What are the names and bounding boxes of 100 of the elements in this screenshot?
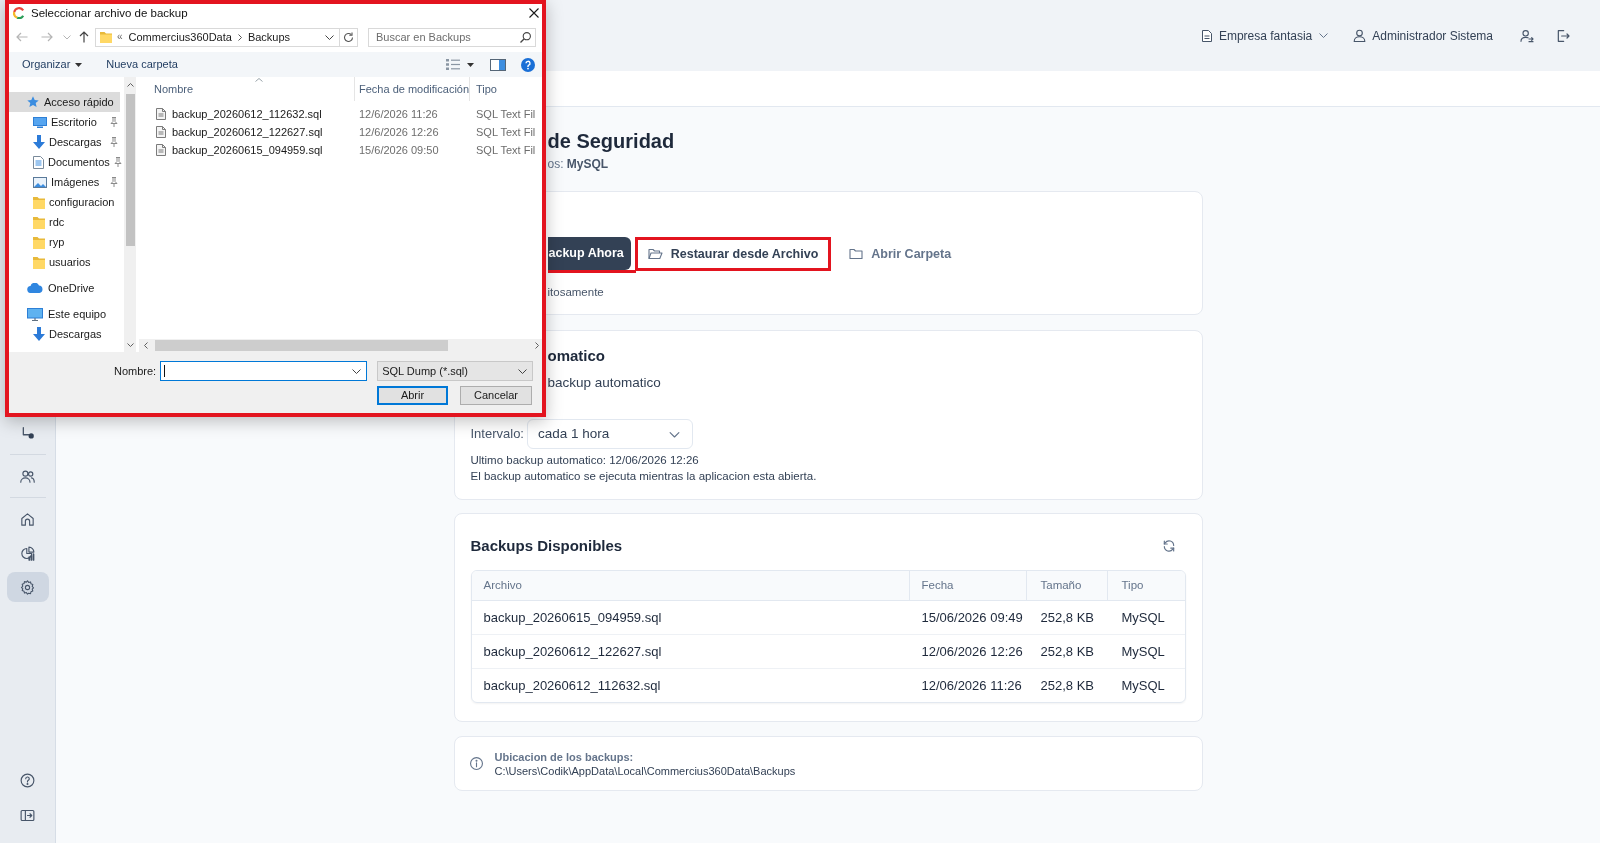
refresh-icon [1161, 539, 1176, 553]
up-button[interactable] [78, 31, 90, 43]
file-icon [156, 144, 166, 156]
nav-item[interactable]: configuracion [9, 192, 120, 212]
file-name-field[interactable] [160, 361, 368, 381]
nav-item[interactable]: OneDrive [9, 278, 120, 298]
settings-button[interactable] [6, 572, 49, 602]
info-icon [468, 756, 484, 771]
interval-select[interactable]: cada 1 hora [527, 419, 693, 449]
star-icon [27, 96, 39, 108]
document-icon [1201, 29, 1212, 42]
refresh-icon [343, 31, 354, 43]
table-cell-text: 252,8 KB [1039, 676, 1095, 695]
chevron-down-icon[interactable] [325, 34, 334, 40]
last-backup-text: Ultimo backup automatico: 12/06/2026 12:26 [470, 453, 699, 467]
dialog-button[interactable]: Cancelar [460, 386, 532, 405]
user-menu-button[interactable]: Administrador Sistema [1352, 21, 1493, 50]
nav-item[interactable]: ryp [9, 232, 120, 252]
cloud-icon [27, 283, 43, 293]
breadcrumb-segment[interactable]: Backups [247, 31, 291, 43]
table-cell-text: MySQL [1120, 676, 1166, 695]
column-header[interactable]: Archivo [471, 571, 910, 600]
column-header[interactable]: Fecha [909, 571, 1027, 600]
user-icon [1352, 28, 1368, 43]
nav-item[interactable]: Descargas [9, 324, 120, 344]
close-icon [529, 8, 539, 18]
search-field[interactable]: Buscar en Backups [368, 27, 536, 47]
document-icon [33, 155, 44, 169]
logout-icon [1555, 27, 1571, 44]
breadcrumb-segment[interactable]: Commercius360Data [128, 31, 232, 43]
column-header[interactable]: Tamaño [1026, 571, 1108, 600]
action-button[interactable]: Abrir Carpeta [839, 237, 962, 271]
column-header[interactable]: Tipo [1107, 571, 1185, 600]
modified-date: 12/6/2026 12:26 [359, 125, 439, 138]
file-name[interactable]: backup_20260612_112632.sql [172, 105, 322, 123]
table-cell-text: backup_20260612_112632.sql [482, 676, 662, 695]
scroll-right-icon [535, 342, 539, 349]
file-icon [156, 108, 166, 120]
table-cell-text: backup_20260615_094959.sql [482, 608, 663, 627]
file-name[interactable]: backup_20260612_122627.sql [172, 123, 323, 141]
table-cell-text: 12/06/2026 12:26 [920, 642, 1024, 661]
nav-item[interactable]: Descargas [9, 132, 120, 152]
folder-icon [33, 235, 45, 249]
caret-icon [75, 62, 83, 67]
card-title: Backups Disponibles [470, 536, 623, 556]
table-cell-text: 15/06/2026 09:49 [920, 608, 1024, 627]
toolbar-menu-button[interactable]: Organizar [22, 54, 83, 75]
column-header[interactable]: Fecha de modificación [355, 77, 470, 101]
view-options-icon [446, 59, 460, 70]
field-label: Intervalo: [470, 425, 524, 444]
folder-icon [33, 255, 45, 269]
scrollbar-thumb[interactable] [155, 340, 448, 351]
file-name[interactable]: backup_20260615_094959.sql [172, 141, 323, 159]
app-logo-icon [13, 7, 25, 19]
action-button[interactable]: ackup Ahora [547, 237, 631, 270]
nav-item[interactable]: Acceso rápido [9, 92, 120, 112]
scrollbar-thumb[interactable] [125, 94, 135, 246]
toolbar-button[interactable]: Nueva carpeta [106, 54, 178, 75]
refresh-button[interactable] [340, 27, 358, 47]
folder-icon [100, 31, 112, 43]
chevron-right-icon [237, 33, 242, 41]
help-icon[interactable] [521, 57, 535, 72]
search-icon [520, 31, 531, 43]
forward-arrow-icon [41, 32, 53, 42]
modified-date: 12/6/2026 11:26 [359, 107, 438, 120]
action-button[interactable]: Restaurar desde Archivo [634, 237, 832, 271]
scroll-left-icon [144, 342, 148, 349]
dialog-title: Seleccionar archivo de backup [31, 6, 188, 20]
folder-icon [33, 195, 45, 209]
address-bar[interactable]: « Commercius360Data Backups [95, 27, 340, 47]
file-type-select[interactable]: SQL Dump (*.sql) [377, 361, 534, 381]
help-icon [19, 771, 36, 789]
text-cursor-icon [164, 365, 166, 377]
column-header[interactable]: Nombre [139, 77, 355, 101]
home-icon [19, 510, 36, 528]
field-label: Nombre: [114, 363, 157, 379]
table-cell-text: 252,8 KB [1039, 608, 1095, 627]
nav-item[interactable]: Escritorio [9, 112, 120, 132]
nav-item[interactable]: Este equipo [9, 304, 120, 324]
nav-item[interactable]: usuarios [9, 252, 120, 272]
note-text: El backup automatico se ejecuta mientras la aplicacion esta abierta. [470, 469, 817, 483]
computer-icon [27, 307, 43, 321]
download-icon [33, 327, 45, 341]
column-header[interactable]: Tipo [470, 77, 542, 101]
dialog-button[interactable]: Abrir [377, 386, 448, 405]
pie-chart-icon [19, 544, 36, 562]
path-overflow-mark[interactable]: « [117, 32, 123, 42]
chevron-down-icon [1319, 33, 1329, 38]
preview-pane-icon[interactable] [490, 58, 506, 71]
nav-item[interactable]: rdc [9, 212, 120, 232]
nav-item[interactable]: Documentos [9, 152, 120, 172]
scroll-up-icon [126, 83, 134, 87]
table-cell-text: 252,8 KB [1039, 642, 1095, 661]
nav-item[interactable]: Imágenes [9, 172, 120, 192]
company-selector[interactable]: Empresa fantasia [1201, 21, 1329, 50]
caret-icon [467, 62, 474, 67]
chevron-down-icon [518, 368, 528, 374]
page-title: de Seguridad [547, 129, 675, 153]
back-arrow-icon [16, 32, 28, 42]
file-icon [156, 126, 166, 138]
